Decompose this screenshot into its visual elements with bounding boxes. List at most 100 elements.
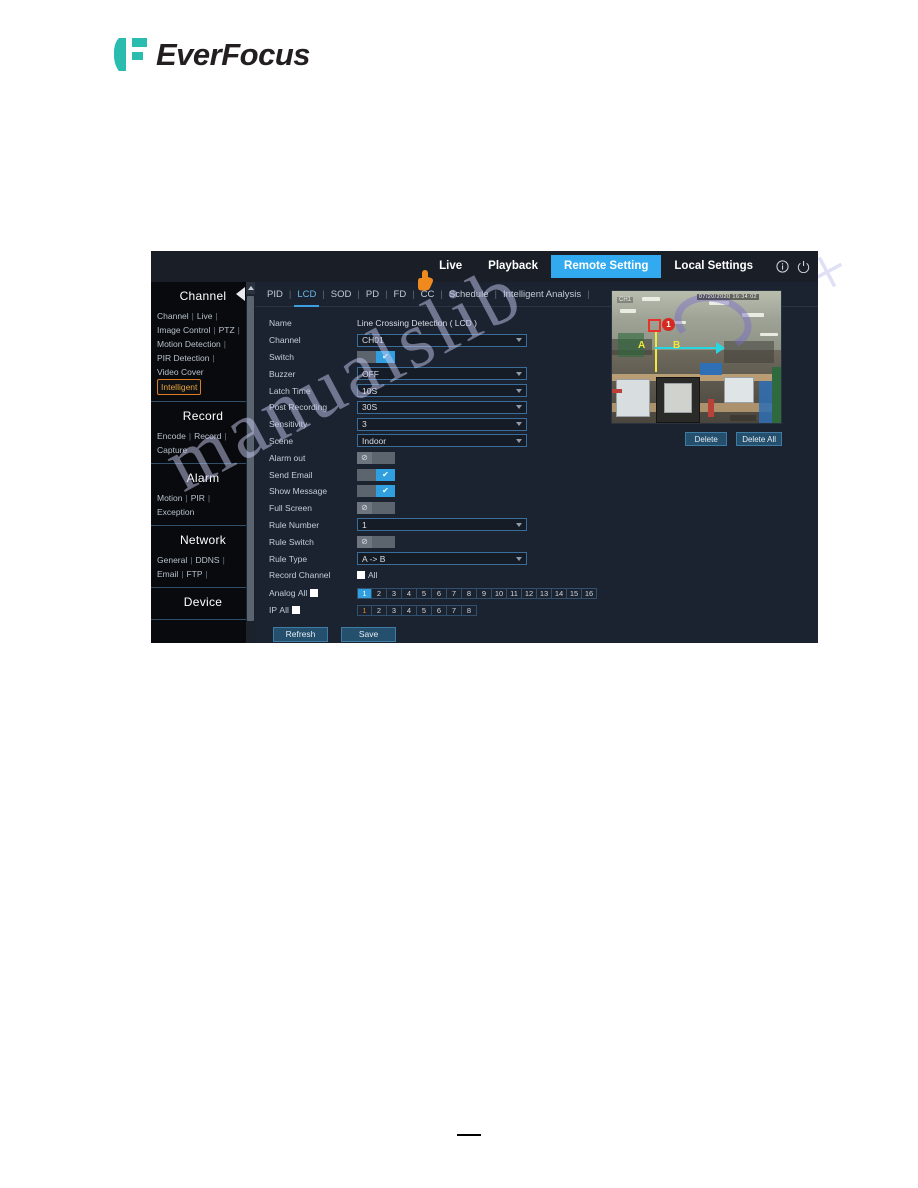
power-icon[interactable] <box>797 260 810 273</box>
sidebar-item-exception[interactable]: Exception <box>157 505 194 519</box>
chevron-down-icon <box>516 438 522 443</box>
nvr-web-ui-window: Live Playback Remote Setting Local Setti… <box>151 251 818 643</box>
tab-sod[interactable]: SOD <box>330 289 353 300</box>
buzzer-select[interactable]: OFF <box>357 367 527 381</box>
analog-channel-9[interactable]: 9 <box>477 587 492 599</box>
sidebar-item-live[interactable]: Live <box>197 309 213 323</box>
sidebar-item-ptz[interactable]: PTZ <box>219 323 235 337</box>
tab-pd[interactable]: PD <box>365 289 380 300</box>
sidebar-group-title-record[interactable]: Record <box>151 402 255 429</box>
ip-channel-7[interactable]: 7 <box>447 604 462 616</box>
topnav-remote-setting[interactable]: Remote Setting <box>551 255 662 278</box>
latch-time-select[interactable]: 10S <box>357 384 527 398</box>
analog-channel-5[interactable]: 5 <box>417 587 432 599</box>
sidebar-item-capture[interactable]: Capture <box>157 443 187 457</box>
sidebar-collapse-icon[interactable] <box>236 287 245 301</box>
analog-channel-1[interactable]: 1 <box>357 587 372 599</box>
sidebar-item-encode[interactable]: Encode <box>157 429 186 443</box>
channel-select[interactable]: CH01 <box>357 333 527 347</box>
sidebar-item-motion[interactable]: Motion <box>157 491 183 505</box>
alarm-out-toggle[interactable]: ⊘ <box>357 451 395 464</box>
row-rule-type: Rule Type A -> B <box>255 550 818 567</box>
analog-all-checkbox[interactable] <box>310 589 319 598</box>
topnav-local-settings[interactable]: Local Settings <box>661 255 766 278</box>
analog-channel-3[interactable]: 3 <box>387 587 402 599</box>
tab-cc[interactable]: CC <box>420 289 436 300</box>
sidebar-item-pir[interactable]: PIR <box>191 491 205 505</box>
sidebar-scrollbar[interactable] <box>246 282 255 643</box>
ip-channel-2[interactable]: 2 <box>372 604 387 616</box>
analog-channel-10[interactable]: 10 <box>492 587 507 599</box>
sidebar-item-video-cover[interactable]: Video Cover <box>157 365 204 379</box>
post-recording-select-value: 30S <box>362 402 378 413</box>
row-full-screen: Full Screen ⊘ <box>255 500 818 517</box>
rule-number-select[interactable]: 1 <box>357 518 527 532</box>
sidebar-scrollbar-thumb[interactable] <box>247 296 254 621</box>
refresh-button[interactable]: Refresh <box>273 626 328 642</box>
analog-channel-15[interactable]: 15 <box>567 587 582 599</box>
info-icon[interactable] <box>776 260 789 273</box>
ip-channel-5[interactable]: 5 <box>417 604 432 616</box>
delete-all-button[interactable]: Delete All <box>736 432 782 446</box>
sidebar-group-title-alarm[interactable]: Alarm <box>151 464 255 491</box>
analog-channel-14[interactable]: 14 <box>552 587 567 599</box>
tab-lcd[interactable]: LCD <box>294 289 320 307</box>
sidebar-item-image-control[interactable]: Image Control <box>157 323 210 337</box>
save-button[interactable]: Save <box>341 626 396 642</box>
tab-intelligent-analysis[interactable]: Intelligent Analysis <box>502 289 582 300</box>
analog-channel-13[interactable]: 13 <box>537 587 552 599</box>
topnav-playback[interactable]: Playback <box>475 255 551 278</box>
ip-channel-8[interactable]: 8 <box>462 604 477 616</box>
sidebar-item-record[interactable]: Record <box>194 429 221 443</box>
send-email-toggle[interactable]: ✔ <box>357 468 395 481</box>
analog-channel-8[interactable]: 8 <box>462 587 477 599</box>
page-footer-rule <box>457 1134 481 1136</box>
show-message-toggle[interactable]: ✔ <box>357 485 395 498</box>
preview-box-blue <box>700 363 722 375</box>
full-screen-toggle[interactable]: ⊘ <box>357 502 395 515</box>
scene-select[interactable]: Indoor <box>357 434 527 448</box>
delete-button[interactable]: Delete <box>685 432 728 446</box>
sidebar-group-title-device[interactable]: Device <box>151 588 255 615</box>
toggle-knob-on: ✔ <box>376 468 395 481</box>
sidebar-item-intelligent[interactable]: Intelligent <box>157 379 202 395</box>
ip-channel-1[interactable]: 1 <box>357 604 372 616</box>
post-recording-select[interactable]: 30S <box>357 400 527 414</box>
tab-pid[interactable]: PID <box>266 289 284 300</box>
switch-toggle[interactable]: ✔ <box>357 350 395 363</box>
analog-channel-11[interactable]: 11 <box>507 587 522 599</box>
tab-fd[interactable]: FD <box>393 289 408 300</box>
sidebar-item-general[interactable]: General <box>157 553 187 567</box>
ip-all-group: IP All <box>269 605 357 615</box>
sidebar-item-ddns[interactable]: DDNS <box>195 553 219 567</box>
analog-channel-16[interactable]: 16 <box>582 587 597 599</box>
sidebar-item-motion-detection[interactable]: Motion Detection <box>157 337 221 351</box>
camera-preview-video[interactable]: CH1 07/20/2020 16:34:02 A B 1 <box>611 290 782 424</box>
sidebar-group-title-network[interactable]: Network <box>151 526 255 553</box>
analog-channel-7[interactable]: 7 <box>447 587 462 599</box>
rule-handle-square[interactable] <box>648 319 661 332</box>
record-channel-all-checkbox[interactable] <box>357 571 365 580</box>
tab-schedule[interactable]: Schedule <box>448 289 490 300</box>
scroll-up-arrow-icon[interactable] <box>246 282 255 294</box>
sidebar-sep: | <box>207 493 211 503</box>
settings-sidebar: Channel Channel | Live | Image Control | PTZ |… <box>151 282 255 643</box>
rule-switch-toggle[interactable]: ⊘ <box>357 535 395 548</box>
row-alarm-out: Alarm out ⊘ <box>255 449 818 466</box>
ip-channel-4[interactable]: 4 <box>402 604 417 616</box>
analog-channel-2[interactable]: 2 <box>372 587 387 599</box>
ip-channel-3[interactable]: 3 <box>387 604 402 616</box>
ip-all-checkbox[interactable] <box>291 606 300 615</box>
topnav-live[interactable]: Live <box>426 255 475 278</box>
rule-type-select[interactable]: A -> B <box>357 552 527 566</box>
sensitivity-select-value: 3 <box>362 419 367 430</box>
analog-channel-6[interactable]: 6 <box>432 587 447 599</box>
analog-channel-12[interactable]: 12 <box>522 587 537 599</box>
sidebar-item-email[interactable]: Email <box>157 567 178 581</box>
ip-channel-6[interactable]: 6 <box>432 604 447 616</box>
sidebar-item-pir-detection[interactable]: PIR Detection <box>157 351 209 365</box>
analog-channel-4[interactable]: 4 <box>402 587 417 599</box>
sidebar-item-channel[interactable]: Channel <box>157 309 189 323</box>
sensitivity-select[interactable]: 3 <box>357 417 527 431</box>
sidebar-item-ftp[interactable]: FTP <box>186 567 202 581</box>
